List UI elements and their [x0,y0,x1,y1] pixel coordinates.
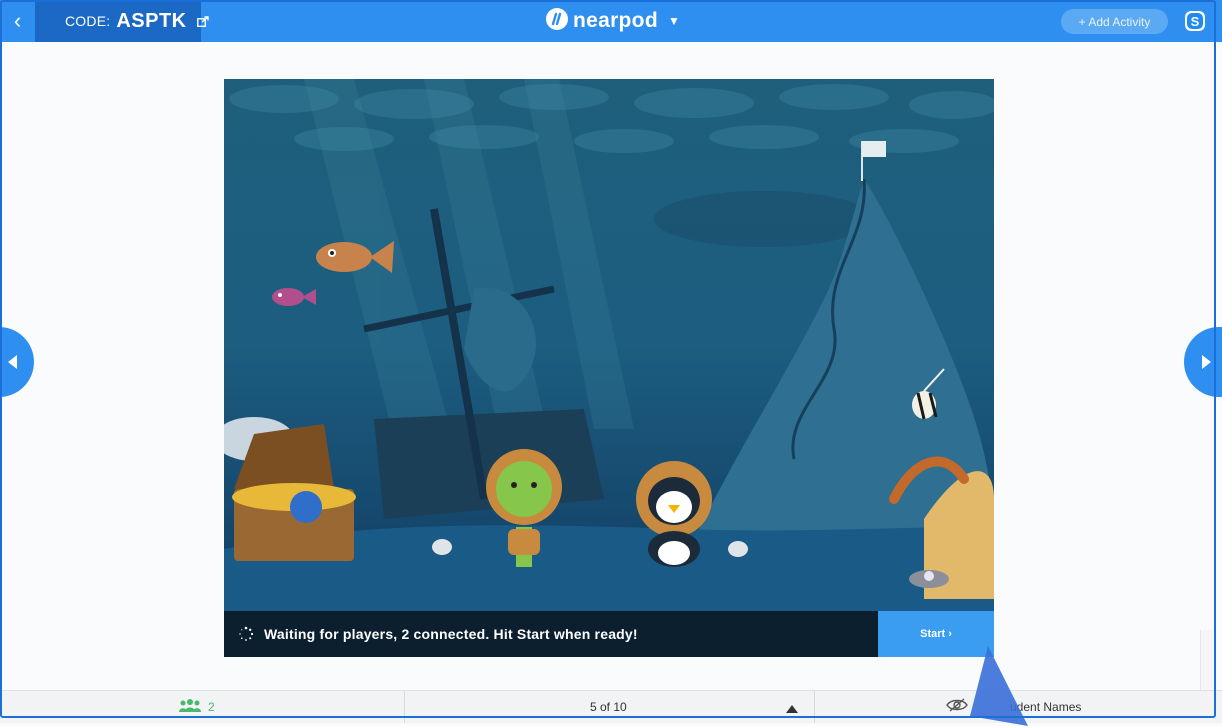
eye-slash-icon [946,697,968,717]
scrollbar[interactable] [1200,630,1213,690]
arrow-right-icon [1202,355,1211,369]
start-button[interactable]: Start › [878,611,994,657]
users-icon [178,698,202,716]
students-count: 2 [208,700,215,714]
share-link-icon[interactable] [196,15,209,27]
divider [404,691,405,723]
loading-spinner-icon [238,626,254,642]
svg-text:S: S [1191,14,1200,29]
previous-slide-button[interactable] [0,327,34,397]
bottom-bar: 2 5 of 10 udent Names [0,690,1222,723]
page-indicator: 5 of 10 [590,700,627,714]
status-bar: Waiting for players, 2 connected. Hit St… [224,611,878,657]
next-slide-button[interactable] [1184,327,1222,397]
waiting-status-text: Waiting for players, 2 connected. Hit St… [264,626,638,642]
arrow-left-icon [8,355,17,369]
brand-name: nearpod [573,9,658,32]
chevron-left-icon: ‹ [13,8,22,33]
add-activity-button[interactable]: + Add Activity [1061,9,1168,34]
brand-menu[interactable]: nearpod ▼ [545,7,680,36]
code-label: CODE: [65,13,111,29]
code-value: ASPTK [116,9,187,32]
hide-names-toggle[interactable] [946,691,968,723]
nearpod-logo-icon [545,7,569,36]
top-bar: ‹ CODE: ASPTK nearpod ▼ + Add Activity S [0,0,1222,42]
students-connected-button[interactable]: 2 [178,691,215,723]
game-slide: Waiting for players, 2 connected. Hit St… [224,79,994,657]
underwater-scene-illustration [224,79,994,611]
skype-icon[interactable]: S [1184,10,1206,32]
back-button[interactable]: ‹ [0,0,35,42]
divider [814,691,815,723]
slide-list-toggle-icon[interactable] [786,705,798,713]
student-names-label[interactable]: udent Names [1010,691,1081,723]
caret-down-icon: ▼ [667,14,680,28]
session-code-box[interactable]: CODE: ASPTK [35,0,209,42]
